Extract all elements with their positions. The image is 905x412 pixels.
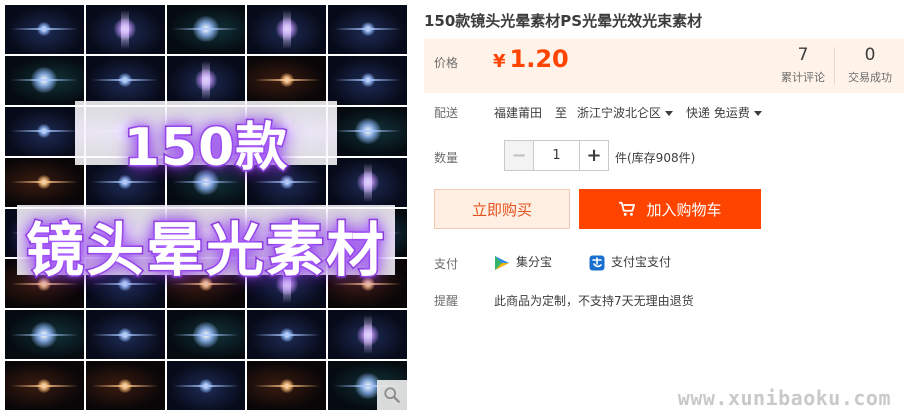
ship-to-selector[interactable]: 浙江宁波北仑区 xyxy=(577,104,674,121)
delivery-label: 配送 xyxy=(434,106,459,120)
magnifier-icon xyxy=(384,387,400,403)
shipping-method: 快递 免运费 xyxy=(686,106,750,120)
deals-label: 交易成功 xyxy=(848,71,892,84)
increase-button[interactable]: + xyxy=(579,141,608,170)
flare-thumb xyxy=(166,310,246,360)
flare-thumb xyxy=(166,5,246,54)
flare-thumb xyxy=(5,55,84,105)
alipay-icon xyxy=(589,255,605,270)
notice-label: 提醒 xyxy=(434,294,459,308)
payment-method-jifenbao: 集分宝 xyxy=(494,253,552,271)
price-amount: 1.20 xyxy=(509,45,569,73)
buy-now-button[interactable]: 立即购买 xyxy=(434,189,570,229)
currency-symbol: ¥ xyxy=(493,51,506,72)
flare-thumb xyxy=(166,55,246,105)
flare-thumb xyxy=(85,5,165,54)
add-to-cart-label: 加入购物车 xyxy=(646,200,722,219)
ship-from: 福建莆田 xyxy=(494,106,543,120)
quantity-input[interactable]: 1 xyxy=(534,141,579,170)
price-value: ¥1.20 xyxy=(493,45,569,73)
deals-count: 0 xyxy=(864,45,876,65)
flare-thumb xyxy=(247,361,327,410)
stock-info: 件(库存908件) xyxy=(615,151,696,165)
payment-method-alipay: 支付宝支付 xyxy=(589,253,671,271)
flare-thumb xyxy=(85,361,165,410)
chevron-down-icon xyxy=(753,111,762,116)
deals-stat: 0 交易成功 xyxy=(838,45,902,85)
flare-thumb xyxy=(5,361,84,410)
quantity-label: 数量 xyxy=(434,151,459,165)
flare-thumb xyxy=(328,55,407,105)
price-label: 价格 xyxy=(434,56,459,70)
shipping-method-selector[interactable]: 快递 免运费 xyxy=(686,104,762,121)
reviews-label: 累计评论 xyxy=(781,71,825,84)
quantity-stepper: − 1 + xyxy=(504,140,609,171)
payment-label: 支付 xyxy=(434,257,459,271)
product-info-panel: 150款镜头光晕素材PS光晕光效光束素材 价格 ¥1.20 7 累计评论 0 交… xyxy=(424,0,905,412)
cart-icon xyxy=(619,201,636,216)
ship-to-word: 至 xyxy=(555,106,568,120)
jifenbao-icon xyxy=(495,255,509,270)
flare-thumb xyxy=(166,361,246,410)
poster-headline: 150款 xyxy=(122,117,289,180)
flare-thumb xyxy=(247,5,327,54)
jifenbao-label: 集分宝 xyxy=(516,255,553,269)
flare-thumb xyxy=(247,55,327,105)
price-panel: 价格 ¥1.20 7 累计评论 0 交易成功 xyxy=(424,39,904,93)
decrease-button[interactable]: − xyxy=(505,141,534,170)
add-to-cart-button[interactable]: 加入购物车 xyxy=(579,189,761,229)
flare-thumb xyxy=(247,310,327,360)
stat-divider xyxy=(834,47,835,85)
chevron-down-icon xyxy=(665,111,674,116)
product-title: 150款镜头光晕素材PS光晕光效光束素材 xyxy=(424,12,703,30)
flare-thumb xyxy=(85,310,165,360)
flare-thumb xyxy=(328,5,407,54)
site-watermark: www.xunibaoku.com xyxy=(677,386,891,410)
flare-thumb xyxy=(5,310,84,360)
ship-to-location: 浙江宁波北仑区 xyxy=(577,106,662,120)
zoom-button[interactable] xyxy=(377,380,407,410)
notice-text: 此商品为定制，不支持7天无理由退货 xyxy=(494,294,694,308)
flare-thumb xyxy=(85,55,165,105)
alipay-label: 支付宝支付 xyxy=(611,255,672,269)
buy-now-label: 立即购买 xyxy=(471,200,532,219)
product-main-image[interactable]: 150款 镜头晕光素材 xyxy=(5,5,407,410)
reviews-stat[interactable]: 7 累计评论 xyxy=(774,45,832,85)
flare-thumb xyxy=(328,310,407,360)
poster-subheadline: 镜头晕光素材 xyxy=(24,215,386,286)
reviews-count: 7 xyxy=(797,45,809,65)
flare-thumb xyxy=(5,5,84,54)
